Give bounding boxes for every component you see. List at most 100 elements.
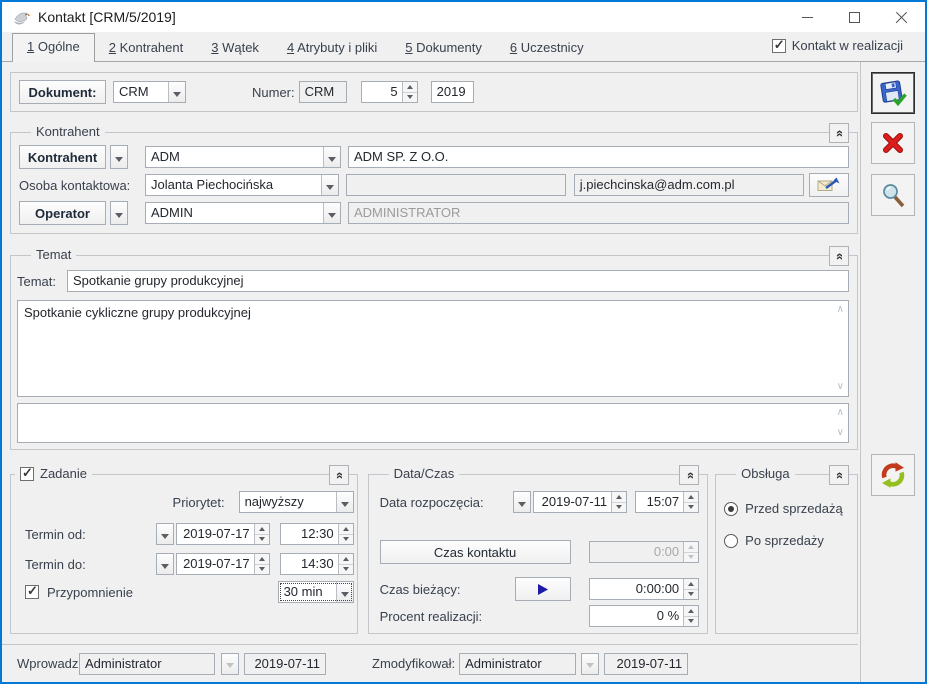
document-year-field[interactable]: 2019 <box>431 81 474 103</box>
tab-atrybuty-i-pliki[interactable]: 4 Atrybuty i pliki <box>273 35 391 61</box>
czas-biezacy-value: 0:00:00 <box>590 579 683 599</box>
contact-phone-field <box>346 174 566 196</box>
scroll-down-icon[interactable]: ∨ <box>837 382 844 392</box>
chevron-down-icon[interactable] <box>323 147 340 167</box>
chevron-down-icon[interactable] <box>336 492 353 512</box>
spin-up-icon[interactable] <box>339 524 353 535</box>
chevron-down-icon[interactable] <box>336 582 353 602</box>
temat-label: Temat: <box>17 274 67 289</box>
termin-od-date-spinner[interactable]: 2019-07-17 <box>176 523 270 545</box>
spin-down-icon[interactable] <box>339 535 353 545</box>
spin-down-icon[interactable] <box>684 590 698 600</box>
contact-email-field: j.piechcinska@adm.com.pl <box>574 174 805 196</box>
spin-up-icon[interactable] <box>684 606 698 617</box>
temat-field[interactable]: Spotkanie grupy produkcyjnej <box>67 270 849 292</box>
collapse-kontrahent-button[interactable]: » <box>829 123 849 143</box>
cancel-button[interactable] <box>871 122 915 164</box>
priorytet-combo[interactable]: najwyższy <box>239 491 354 513</box>
operator-dropdown-button[interactable] <box>110 201 128 225</box>
refresh-button[interactable] <box>871 454 915 496</box>
modified-date-field: 2019-07-11 <box>604 653 688 675</box>
dokument-button[interactable]: Dokument: <box>19 80 106 104</box>
termin-do-calendar-button[interactable] <box>156 553 174 575</box>
operator-button[interactable]: Operator <box>19 201 106 225</box>
tab-strip: 1 Ogólne 2 Kontrahent 3 Wątek 4 Atrybuty… <box>2 32 925 62</box>
description-textarea[interactable]: Spotkanie cykliczne grupy produkcyjnej ∧… <box>17 300 849 397</box>
maximize-button[interactable] <box>831 2 878 32</box>
termin-do-date-spinner[interactable]: 2019-07-17 <box>176 553 270 575</box>
termin-do-time-spinner[interactable]: 14:30 <box>280 553 354 575</box>
kontrahent-dropdown-button[interactable] <box>110 145 128 169</box>
tab-dokumenty[interactable]: 5 Dokumenty <box>391 35 496 61</box>
radio-po-sprzedazy[interactable]: Po sprzedaży <box>724 533 851 548</box>
scroll-up-icon[interactable]: ∧ <box>837 408 844 418</box>
minimize-button[interactable] <box>784 2 831 32</box>
spin-down-icon[interactable] <box>684 617 698 627</box>
spin-up-icon[interactable] <box>684 492 698 503</box>
zadanie-label: Zadanie <box>40 466 87 481</box>
contact-email-value: j.piechcinska@adm.com.pl <box>580 177 735 192</box>
spin-up-icon[interactable] <box>612 492 626 503</box>
tab-uczestnicy[interactable]: 6 Uczestnicy <box>496 35 598 61</box>
document-type-combo[interactable]: CRM <box>113 81 186 103</box>
chevron-down-icon[interactable] <box>323 203 340 223</box>
document-panel: Dokument: CRM Numer: CRM 5 2019 <box>10 72 858 112</box>
chevron-down-icon[interactable] <box>321 175 338 195</box>
start-date-spinner[interactable]: 2019-07-11 <box>533 491 627 513</box>
temat-value: Spotkanie grupy produkcyjnej <box>73 273 244 288</box>
play-icon <box>536 583 550 596</box>
kontrahent-code-combo[interactable]: ADM <box>145 146 341 168</box>
inspect-button[interactable] <box>871 174 915 216</box>
start-time-spinner[interactable]: 15:07 <box>635 491 699 513</box>
spin-up-icon[interactable] <box>684 579 698 590</box>
zadanie-group: Zadanie » Priorytet: najwyższy Termin od… <box>10 474 358 634</box>
operator-code-combo[interactable]: ADMIN <box>145 202 341 224</box>
termin-od-time-spinner[interactable]: 12:30 <box>280 523 354 545</box>
spin-up-icon[interactable] <box>339 554 353 565</box>
czas-kontaktu-button[interactable]: Czas kontaktu <box>380 540 571 564</box>
przypomnienie-label: Przypomnienie <box>47 585 133 600</box>
collapse-temat-button[interactable]: » <box>829 246 849 266</box>
document-number-spinner[interactable]: 5 <box>361 81 418 103</box>
cancel-x-icon <box>878 128 908 158</box>
termin-od-calendar-button[interactable] <box>156 523 174 545</box>
spin-down-icon[interactable] <box>684 503 698 513</box>
collapse-zadanie-button[interactable]: » <box>329 465 349 485</box>
radio-przed-sprzedaza[interactable]: Przed sprzedażą <box>724 501 851 516</box>
spin-up-icon[interactable] <box>255 524 269 535</box>
chevron-down-icon[interactable] <box>168 82 185 102</box>
save-button[interactable] <box>871 72 915 114</box>
spin-down-icon[interactable] <box>255 535 269 545</box>
chevron-down-icon <box>518 502 526 507</box>
tab-kontrahent[interactable]: 2 Kontrahent <box>95 35 197 61</box>
spin-down-icon[interactable] <box>612 503 626 513</box>
spin-up-icon[interactable] <box>255 554 269 565</box>
collapse-obsluga-button[interactable]: » <box>829 465 849 485</box>
chevron-down-icon <box>161 564 169 569</box>
scroll-up-icon[interactable]: ∧ <box>837 305 844 315</box>
kontrahent-button[interactable]: Kontrahent <box>19 145 106 169</box>
start-date-calendar-button[interactable] <box>513 491 531 513</box>
spin-down-icon[interactable] <box>403 93 417 103</box>
tab-watek[interactable]: 3 Wątek <box>197 35 273 61</box>
collapse-data-czas-button[interactable]: » <box>679 465 699 485</box>
zadanie-checkbox[interactable]: Zadanie <box>15 466 92 481</box>
spin-down-icon[interactable] <box>339 565 353 575</box>
reminder-interval-combo[interactable]: 30 min <box>278 581 354 603</box>
procent-realizacji-spinner[interactable]: 0 % <box>589 605 699 627</box>
przypomnienie-checkbox[interactable]: Przypomnienie <box>25 585 278 600</box>
czas-biezacy-spinner[interactable]: 0:00:00 <box>589 578 699 600</box>
scroll-down-icon[interactable]: ∨ <box>837 428 844 438</box>
contact-person-combo[interactable]: Jolanta Piechocińska <box>145 174 339 196</box>
send-email-button[interactable] <box>809 173 849 197</box>
spin-up-icon[interactable] <box>403 82 417 93</box>
kontakt-w-realizacji-checkbox[interactable]: Kontakt w realizacji <box>772 38 903 53</box>
tab-ogolne[interactable]: 1 Ogólne <box>12 33 95 62</box>
start-timer-button[interactable] <box>515 577 571 601</box>
czas-biezacy-row: Czas bieżący: 0:00:00 <box>380 577 700 601</box>
note-textarea[interactable]: ∧ ∨ <box>17 403 849 443</box>
close-button[interactable] <box>878 2 925 32</box>
spin-down-icon[interactable] <box>255 565 269 575</box>
kontrahent-name-field[interactable]: ADM SP. Z O.O. <box>348 146 849 168</box>
document-series-field: CRM <box>299 81 347 103</box>
